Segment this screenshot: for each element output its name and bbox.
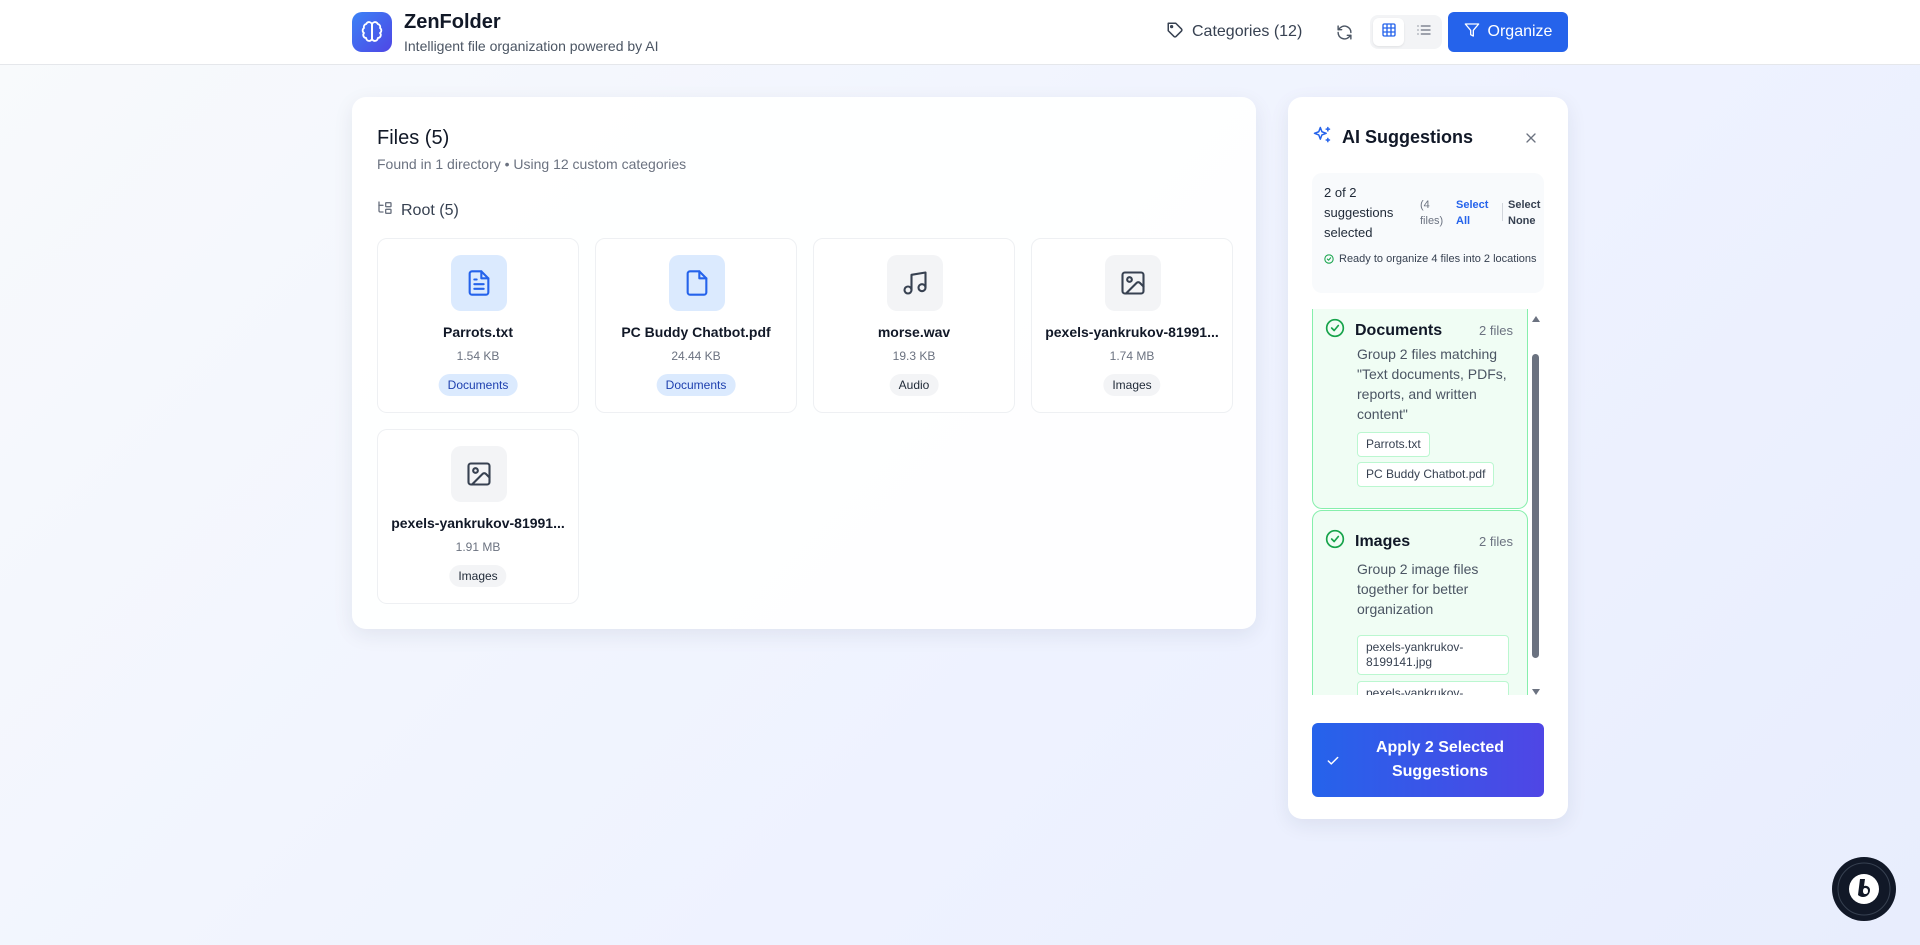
scrollbar-thumb[interactable] [1532,354,1539,658]
check-circle-icon [1325,529,1345,554]
file-card[interactable]: pexels-yankrukov-81991... 1.74 MB Images [1031,238,1233,413]
file-chip: PC Buddy Chatbot.pdf [1357,462,1495,487]
app-title: ZenFolder [404,11,501,33]
image-icon [1105,255,1161,311]
bolt-badge-icon[interactable] [1832,857,1896,921]
suggestions-list[interactable]: Documents 2 files Group 2 files matching… [1312,309,1544,695]
file-name: pexels-yankrukov-81991... [1045,324,1219,340]
image-icon [451,446,507,502]
file-chip: Parrots.txt [1357,432,1430,457]
file-name: morse.wav [877,324,951,340]
select-all-button[interactable]: Select All [1456,197,1496,229]
apply-label: Apply 2 Selected Suggestions [1375,739,1505,780]
suggestion-count: 2 files [1479,323,1513,338]
brain-icon [352,12,392,52]
apply-suggestions-button[interactable]: Apply 2 Selected Suggestions [1312,723,1544,797]
files-title: Files (5) [377,127,450,149]
selected-files-count: (4 files) [1420,199,1444,227]
app-subtitle: Intelligent file organization powered by… [404,38,659,54]
divider [1502,203,1503,221]
grid-icon [1381,22,1397,43]
close-icon[interactable] [1521,128,1541,148]
file-card[interactable]: Parrots.txt 1.54 KB Documents [377,238,579,413]
category-badge: Documents [438,374,518,396]
ai-suggestions-title: AI Suggestions [1342,127,1474,147]
grid-view-button[interactable] [1373,18,1404,46]
file-icon [669,255,725,311]
category-badge: Images [1103,374,1161,396]
ready-status: Ready to organize 4 files into 2 locatio… [1324,251,1539,269]
file-size: 19.3 KB [892,349,936,363]
select-none-button[interactable]: Select None [1508,197,1544,229]
check-circle-icon [1325,318,1345,343]
suggestion-title: Documents [1355,321,1443,339]
view-toggle [1370,15,1442,49]
categories-label: Categories (12) [1192,23,1303,40]
ai-suggestions-header: AI Suggestions [1312,125,1473,150]
ai-suggestions-panel: AI Suggestions 2 of 2 suggestions select… [1288,97,1568,819]
organize-button[interactable]: Organize [1448,12,1568,52]
selected-count: 2 of 2 suggestions selected [1324,185,1394,240]
ready-text: Ready to organize 4 files into 2 locatio… [1339,253,1537,265]
file-text-icon [451,255,507,311]
categories-button[interactable]: Categories (12) [1166,19,1302,45]
check-icon [1326,752,1340,776]
files-subtitle: Found in 1 directory • Using 12 custom c… [377,156,687,172]
file-name: Parrots.txt [442,324,514,340]
music-icon [887,255,943,311]
list-icon [1416,22,1432,43]
refresh-icon[interactable] [1332,20,1356,44]
suggestion-card-header: Images 2 files [1325,529,1513,554]
list-view-button[interactable] [1408,18,1439,46]
suggestion-count: 2 files [1479,534,1513,549]
organize-label: Organize [1487,23,1553,40]
app-header: ZenFolder Intelligent file organization … [0,0,1920,65]
file-chip: pexels-yankrukov-8199141.jpg [1357,635,1509,675]
selection-summary: 2 of 2 suggestions selected (4 files) Se… [1312,173,1544,293]
suggestion-card-images[interactable]: Images 2 files Group 2 image files toget… [1312,510,1528,695]
file-card[interactable]: morse.wav 19.3 KB Audio [813,238,1015,413]
file-card[interactable]: pexels-yankrukov-81991... 1.91 MB Images [377,429,579,604]
root-folder-label[interactable]: Root (5) [377,200,459,221]
sparkles-icon [1312,125,1332,150]
file-name: PC Buddy Chatbot.pdf [621,324,771,340]
category-badge: Documents [656,374,736,396]
suggestion-description: Group 2 image files together for better … [1357,561,1479,617]
filter-icon [1464,22,1480,43]
category-badge: Images [449,565,507,587]
suggestion-description: Group 2 files matching "Text documents, … [1357,346,1507,422]
folder-tree-icon [377,200,393,221]
suggestion-card-documents[interactable]: Documents 2 files Group 2 files matching… [1312,309,1528,509]
file-name: pexels-yankrukov-81991... [391,515,565,531]
file-size: 1.74 MB [1109,349,1155,363]
file-size: 1.91 MB [455,540,501,554]
file-card[interactable]: PC Buddy Chatbot.pdf 24.44 KB Documents [595,238,797,413]
root-label-text: Root (5) [401,201,459,219]
check-circle-icon [1324,253,1334,269]
suggestion-title: Images [1355,532,1411,550]
tag-icon [1166,21,1184,44]
file-chip: pexels-yankrukov-8199134.jpg [1357,681,1509,695]
category-badge: Audio [889,374,939,396]
file-size: 24.44 KB [671,349,721,363]
files-panel: Files (5) Found in 1 directory • Using 1… [352,97,1256,629]
suggestion-card-header: Documents 2 files [1325,318,1513,343]
file-size: 1.54 KB [456,349,500,363]
